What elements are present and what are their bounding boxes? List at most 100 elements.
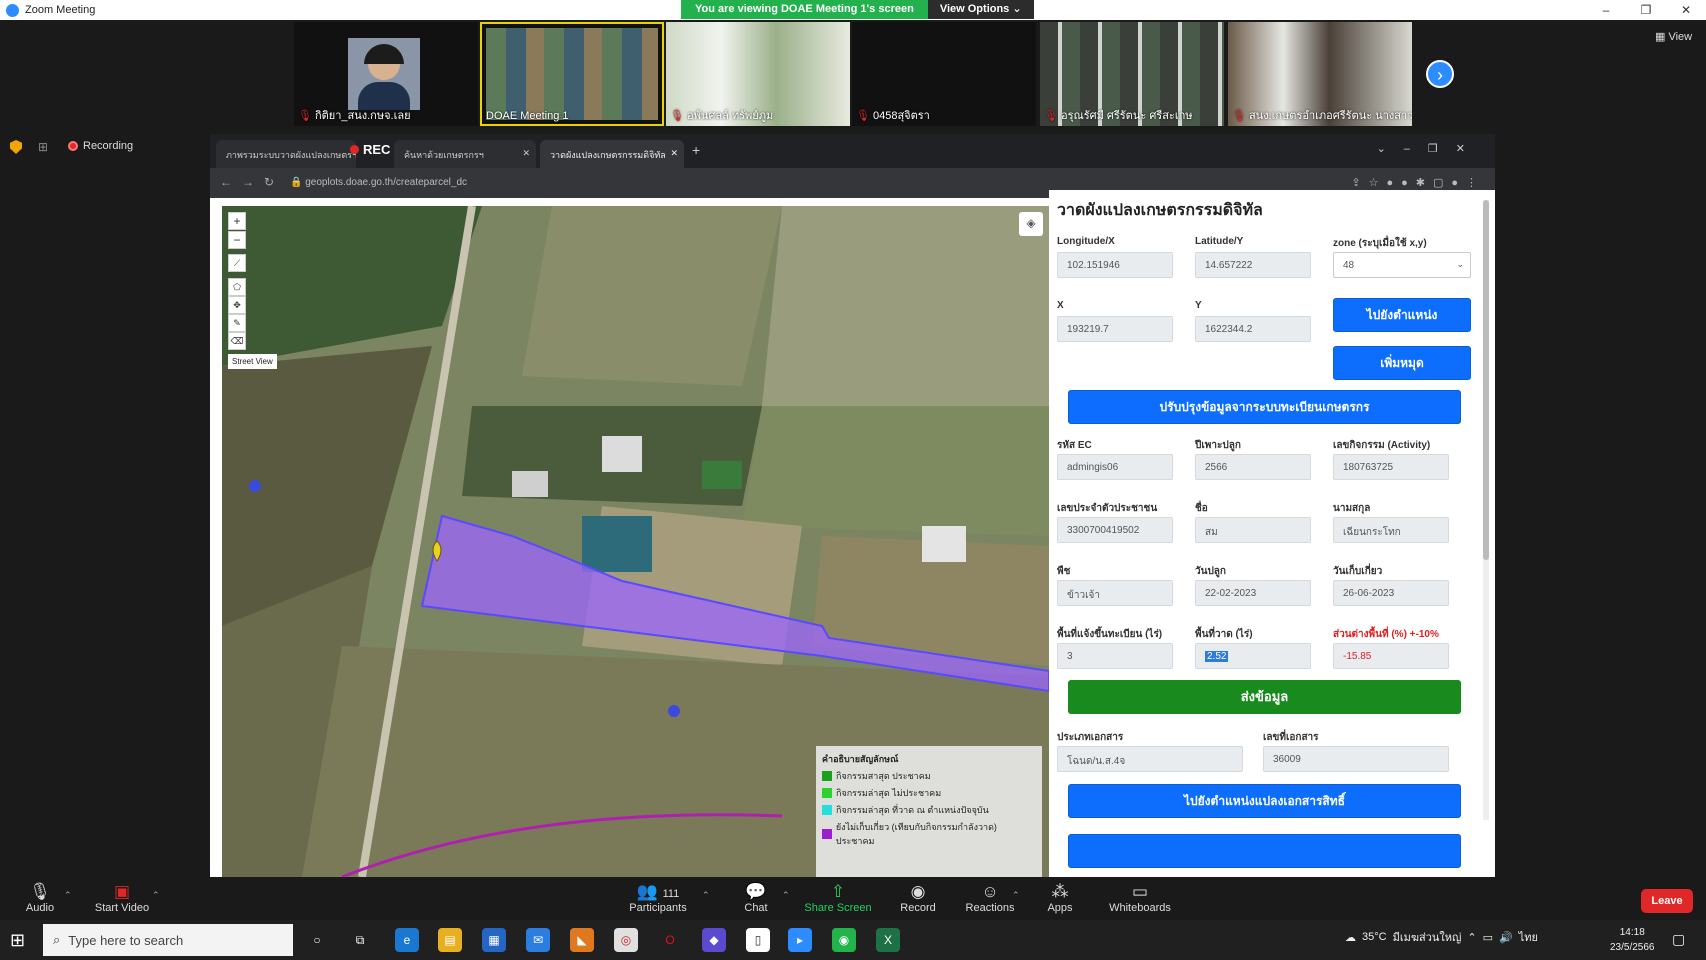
new-tab-icon[interactable]: +	[692, 142, 700, 158]
y-input[interactable]: 1622344.2	[1195, 316, 1311, 342]
participant-tile[interactable]: DOAE Meeting 1	[480, 22, 664, 126]
close-icon[interactable]: ✕	[1666, 0, 1706, 20]
minimize-icon[interactable]: –	[1586, 0, 1626, 20]
next-action-button[interactable]	[1068, 834, 1461, 868]
tray-chevron-icon[interactable]: ⌃	[1467, 931, 1476, 944]
security-shield-icon[interactable]	[10, 140, 22, 154]
opera-icon[interactable]: O	[658, 928, 682, 952]
zoom-in-button[interactable]: +	[228, 212, 246, 230]
app-icon[interactable]: ◆	[702, 928, 726, 952]
participant-tile[interactable]: 🎙 อพันศลล์ ทรัพย์ภูม	[666, 22, 850, 126]
draw-line-icon[interactable]: ⟋	[228, 254, 246, 272]
registered-area-input[interactable]: 3	[1057, 643, 1173, 669]
notification-icon[interactable]: ▢	[1672, 931, 1685, 948]
citizen-id-input[interactable]: 3300700419502	[1057, 517, 1173, 543]
url-field[interactable]: 🔒 geoplots.doae.go.th/createparcel_dc	[290, 177, 467, 188]
edit-icon[interactable]: ✎	[228, 314, 246, 332]
volume-icon[interactable]: 🔊	[1499, 931, 1513, 944]
drawn-area-input[interactable]: 2.52	[1195, 643, 1311, 669]
audio-options-chevron-icon[interactable]: ⌃	[64, 890, 72, 901]
satellite-map[interactable]: + − ⟋ ⬠ ✥ ✎ ⌫ Street View ◈ คำอธิบายสัญล…	[222, 206, 1049, 877]
next-page-arrow-icon[interactable]: ›	[1426, 60, 1454, 88]
goto-position-button[interactable]: ไปยังตำแหน่ง	[1333, 298, 1471, 332]
participants-chevron-icon[interactable]: ⌃	[702, 890, 710, 901]
legend-item: กิจกรรมล่าสุด ที่วาด ณ ตำแหน่งปัจจุบัน	[822, 803, 1036, 817]
layers-icon[interactable]: ◈	[1019, 212, 1043, 236]
form-scrollbar[interactable]	[1483, 200, 1489, 820]
taskbar-search-box[interactable]: ⌕ Type here to search	[43, 924, 293, 956]
doc-number-input[interactable]: 36009	[1263, 746, 1449, 772]
network-icon[interactable]: ▭	[1483, 931, 1493, 944]
year-input[interactable]: 2566	[1195, 454, 1311, 480]
submit-button[interactable]: ส่งข้อมูล	[1068, 680, 1461, 714]
system-tray[interactable]: ☁ 35°C มีเมฆส่วนใหญ่ ⌃ ▭ 🔊 ไทย	[1345, 928, 1538, 946]
citizen-id-label: เลขประจำตัวประชาชน	[1057, 503, 1158, 514]
lastname-input[interactable]: เฉียนกระโทก	[1333, 517, 1449, 543]
browser-nav-icons[interactable]: ←→↻	[220, 175, 284, 189]
browser-tab[interactable]: ค้นหาด้วยเกษตรกรฯ ✕	[394, 140, 536, 168]
tab-close-icon[interactable]: ✕	[670, 148, 678, 159]
store-icon[interactable]: ▦	[482, 928, 506, 952]
zoom-taskbar-icon[interactable]: ▸	[788, 928, 812, 952]
plant-date-input[interactable]: 22-02-2023	[1195, 580, 1311, 606]
excel-icon[interactable]: X	[876, 928, 900, 952]
longitude-input[interactable]: 102.151946	[1057, 252, 1173, 278]
view-options-button[interactable]: View Options ⌄	[927, 0, 1034, 19]
recording-indicator[interactable]: Recording	[68, 140, 133, 152]
legend-title: คำอธิบายสัญลักษณ์	[822, 754, 899, 764]
zoom-out-button[interactable]: −	[228, 231, 246, 249]
browser-tab-active[interactable]: วาดผังแปลงเกษตรกรรมดิจิทัล ✕	[540, 140, 684, 168]
draw-polygon-icon[interactable]: ⬠	[228, 278, 246, 296]
harvest-date-input[interactable]: 26-06-2023	[1333, 580, 1449, 606]
crop-input[interactable]: ข้าวเจ้า	[1057, 580, 1173, 606]
move-icon[interactable]: ✥	[228, 296, 246, 314]
firstname-input[interactable]: สม	[1195, 517, 1311, 543]
ec-input[interactable]: admingis06	[1057, 454, 1173, 480]
goto-document-parcel-button[interactable]: ไปยังตำแหน่งแปลงเอกสารสิทธิ์	[1068, 784, 1461, 818]
video-options-chevron-icon[interactable]: ⌃	[152, 890, 160, 901]
area-diff-input[interactable]: -15.85	[1333, 643, 1449, 669]
latitude-input[interactable]: 14.657222	[1195, 252, 1311, 278]
x-input[interactable]: 193219.7	[1057, 316, 1173, 342]
browser-tab[interactable]: ภาพรวมระบบวาดผังแปลงเกษตรฯ	[216, 140, 356, 168]
doc-type-input[interactable]: โฉนด/น.ส.4จ	[1057, 746, 1243, 772]
windows-start-icon[interactable]: ⊞	[10, 930, 25, 951]
edge-icon[interactable]: e	[395, 928, 419, 952]
chat-chevron-icon[interactable]: ⌃	[782, 890, 790, 901]
apps-button[interactable]: ⁂ Apps	[1020, 882, 1100, 914]
reactions-chevron-icon[interactable]: ⌃	[1012, 890, 1020, 901]
participant-tile[interactable]: 🎙 อรุณรัศมี ศรีรัตนะ ศรีสะเกษ	[1040, 22, 1224, 126]
zone-select[interactable]: 48 ⌄	[1333, 252, 1471, 278]
participant-tile[interactable]: 🎙 สนง.เกษตรอำเภอศรีรัตนะ นางสาวส...	[1228, 22, 1412, 126]
clock-time: 14:18	[1619, 927, 1645, 938]
restore-icon[interactable]: ❐	[1626, 0, 1666, 20]
activity-input[interactable]: 180763725	[1333, 454, 1449, 480]
mail-icon[interactable]: ✉	[526, 928, 550, 952]
task-view-icon[interactable]: ⧉	[348, 928, 372, 952]
tab-close-icon[interactable]: ✕	[522, 148, 530, 159]
participant-tile[interactable]: 🎙 กิติยา_สนง.กษจ.เลย	[294, 22, 478, 126]
add-pin-button[interactable]: เพิ่มหมุด	[1333, 346, 1471, 380]
update-farmer-data-button[interactable]: ปรับปรุงข้อมูลจากระบบทะเบียนเกษตรกร	[1068, 390, 1461, 424]
participants-button[interactable]: 👥 111 Participants	[618, 882, 698, 914]
share-screen-button[interactable]: ⇧ Share Screen	[798, 882, 878, 914]
grid-icon[interactable]: ⊞	[38, 140, 48, 154]
browser-window-controls[interactable]: ⌄–❐✕	[1377, 142, 1483, 155]
cortana-icon[interactable]: ○	[305, 928, 329, 952]
language-indicator[interactable]: ไทย	[1519, 928, 1538, 946]
start-video-button[interactable]: ▣ Start Video	[82, 882, 162, 914]
eraser-icon[interactable]: ⌫	[228, 332, 246, 350]
whiteboards-button[interactable]: ▭ Whiteboards	[1100, 882, 1180, 914]
line-icon[interactable]: ◉	[832, 928, 856, 952]
file-explorer-icon[interactable]: ▤	[438, 928, 462, 952]
record-button[interactable]: ◉ Record	[878, 882, 958, 914]
taskbar-clock[interactable]: 14:18 23/5/2566	[1610, 925, 1655, 955]
document-icon[interactable]: ▯	[746, 928, 770, 952]
maps-app-icon[interactable]: ◣	[570, 928, 594, 952]
view-button[interactable]: ▦ View	[1655, 30, 1692, 43]
browser-extension-icons[interactable]: ⇪☆●●✱▢●⋮	[1351, 176, 1485, 189]
chrome-icon[interactable]: ◎	[614, 928, 638, 952]
street-view-button[interactable]: Street View	[228, 354, 277, 369]
participant-tile[interactable]: 🎙 0458สุจิตรา	[852, 22, 1036, 126]
leave-button[interactable]: Leave	[1641, 889, 1693, 913]
